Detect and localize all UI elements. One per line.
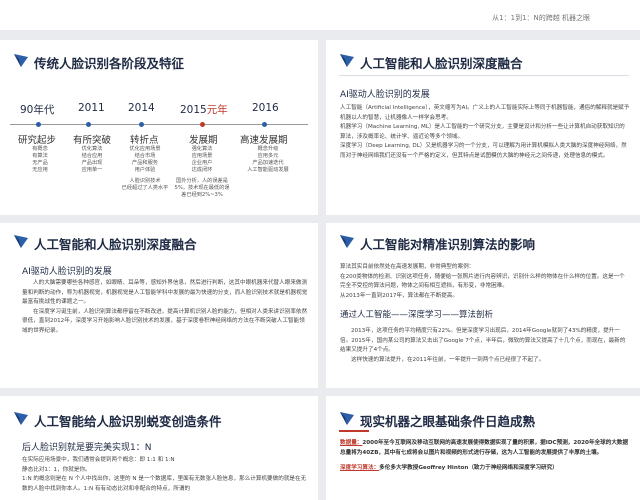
year-highlight: 元年 bbox=[206, 104, 228, 116]
timeline-description-line: 结合应用 bbox=[81, 153, 103, 159]
slide-body: 在实际应用场景中，我们通常会提到两个概念：即 1:1 和 1:N 静态比对1：1… bbox=[22, 456, 308, 494]
slide-title: 人工智能对精准识别算法的影响 bbox=[360, 237, 536, 252]
plane-logo-icon bbox=[14, 54, 28, 67]
timeline-description-line: 概念升级 bbox=[257, 146, 279, 152]
data-volume-label: 数据量： bbox=[340, 440, 363, 446]
timeline-description-line: 差已经到2%~3% bbox=[181, 192, 223, 198]
slide-machine-eye[interactable]: 现实机器之眼基础条件日趋成熟 数据量：2000年至今互联网及移动互联网的高速发展… bbox=[326, 396, 640, 500]
paragraph: 人的大脑需要哪些各种感官，如眼睛、耳朵等，感知外界信息，然后进行判断，这其中眼机… bbox=[22, 280, 308, 306]
title-accent-line bbox=[339, 430, 369, 432]
timeline-stage: 高速发展期 bbox=[240, 135, 288, 146]
slide-body: 人的大脑需要哪些各种感官，如眼睛、耳朵等，感知外界信息，然后进行判断，这其中眼机… bbox=[22, 279, 308, 337]
title-divider bbox=[339, 75, 629, 76]
paragraph: 机器学习（Machine Learning, ML）是人工智能的一个研究分支，主… bbox=[340, 124, 625, 140]
timeline-dot bbox=[86, 122, 91, 127]
paragraph: 在200类物体的检测、识别这项任务，随便给一张照片进行内容辨识，识别什么样的物体… bbox=[340, 273, 625, 290]
slide-title: 人工智能和人脸识别深度融合 bbox=[360, 56, 523, 71]
timeline-description: 有概念 有算法 无产品 无应用 bbox=[26, 146, 54, 174]
timeline-description: 优化算法 结合应用 产品出现 应用单一 bbox=[78, 146, 106, 174]
timeline-year: 2014 bbox=[128, 102, 155, 114]
timeline-description: 概念升级 应用多元 产品加速迭代 人工智能驱动发展 bbox=[240, 146, 296, 174]
deep-learning-text: 多伦多大学教授Geoffrey Hinton（致力于神经网络和深度学习研究） bbox=[379, 465, 558, 472]
timeline-year: 2016 bbox=[252, 102, 279, 114]
timeline-description-line: 人脸识别技术 bbox=[129, 178, 161, 184]
top-note: 从1：1到1：N的跨越 机器之眼 bbox=[492, 14, 590, 22]
timeline-description-line: 达成闭环 bbox=[191, 167, 213, 173]
timeline-stage: 转折点 bbox=[130, 135, 159, 146]
timeline-description-line: 产品出现 bbox=[81, 160, 103, 166]
data-volume-text: 2000年至今互联网及移动互联网的高速发展使得数据实现了量的积累，据IDC预测，… bbox=[340, 440, 629, 456]
paragraph: 从2013年一直到2017年，算法都在不断提高。 bbox=[340, 292, 458, 299]
paragraph: 深度学习（Deep Learning, DL）又是机器学习的一个分支，可以理解为… bbox=[340, 143, 627, 159]
timeline-year: 90年代 bbox=[20, 104, 55, 116]
plane-logo-icon bbox=[340, 412, 354, 425]
timeline-description-line: 产品和服务 bbox=[132, 160, 158, 166]
timeline-year: 2011 bbox=[78, 102, 105, 114]
timeline-description-line: 人工智能驱动发展 bbox=[247, 167, 289, 173]
timeline-description: 优化应用场景 结合市场 产品和服务 用户体验人脸识别技术 已经超过了人类水平 bbox=[117, 146, 173, 192]
timeline-description-line: 优化应用场景 bbox=[129, 146, 161, 152]
slide-body: 算法其实目前依然处在高速发展期，非常典型的案例： 在200类物体的检测、识别这项… bbox=[340, 263, 630, 301]
paragraph: 在实际应用场景中，我们通常会提到两个概念：即 1:1 和 1:N bbox=[22, 457, 175, 463]
timeline-description: 强化算法 应用场景 企业用户 达成闭环国外分析，人的误差是 5%，技术现在最低的误 差已经… bbox=[172, 146, 232, 199]
slide-title: 传统人脸识别各阶段及特征 bbox=[34, 56, 185, 71]
timeline-description-line: 企业用户 bbox=[191, 160, 213, 166]
timeline-dot bbox=[36, 122, 41, 127]
timeline-description-line: 有概念 bbox=[32, 146, 48, 152]
slide-body: 数据量：2000年至今互联网及移动互联网的高速发展使得数据实现了量的积累，据ID… bbox=[340, 439, 630, 474]
plane-logo-icon bbox=[340, 235, 354, 248]
timeline-description-line: 应用单一 bbox=[81, 167, 103, 173]
paragraph: 静态比对1：1，你就是你。 bbox=[22, 466, 91, 473]
slide-title: 人工智能给人脸识别蜕变创造条件 bbox=[34, 414, 222, 429]
slide-title: 现实机器之眼基础条件日趋成熟 bbox=[360, 414, 536, 429]
timeline-stage: 发展期 bbox=[189, 135, 218, 146]
timeline-description-line: 已经超过了人类水平 bbox=[121, 185, 169, 191]
timeline-year: 2015元年 bbox=[180, 102, 228, 117]
timeline-description-line: 结合市场 bbox=[134, 153, 156, 159]
slide-transformation[interactable]: 人工智能给人脸识别蜕变创造条件 后人脸识别就是要完美实现1：N 在实际应用场景中… bbox=[0, 396, 318, 500]
timeline-description-line: 用户体验 bbox=[134, 167, 156, 173]
paragraph: 2013年，这项任务的平均精度只有22%。但是深度学习出现后，2014年Goog… bbox=[340, 328, 626, 354]
timeline-description-line: 无应用 bbox=[32, 167, 48, 173]
timeline-stage: 有所突破 bbox=[73, 135, 112, 146]
timeline-description-line: 优化算法 bbox=[81, 146, 103, 152]
paragraph: 人工智能（Artificial Intelligence），英文缩写为AI。广义… bbox=[340, 105, 630, 121]
paragraph: 1:N 的概念则是在 N 个人中找出你，这里的 N 是一个数据库，里面有无数张人… bbox=[22, 476, 307, 492]
paragraph: 在深度学习诞生前，人脸识别算法都停留在不断改进，提高计算机识别人脸的能力，但相对… bbox=[22, 308, 308, 334]
slide-subtitle: AI驱动人脸识别的发展 bbox=[340, 90, 430, 100]
timeline-description-line: 有算法 bbox=[32, 153, 48, 159]
year-text: 2015 bbox=[180, 104, 207, 116]
timeline-stage: 研究起步 bbox=[18, 135, 57, 146]
timeline-description-line: 5%，技术现在最低的误 bbox=[174, 185, 230, 191]
slide-subtitle: AI驱动人脸识别的发展 bbox=[22, 267, 112, 277]
timeline-dot bbox=[200, 122, 205, 127]
paragraph: 深度学习算法：多伦多大学教授Geoffrey Hinton（致力于神经网络和深度… bbox=[340, 464, 630, 474]
slide-subtitle: 后人脸识别就是要完美实现1：N bbox=[22, 443, 152, 453]
plane-logo-icon bbox=[340, 54, 354, 67]
slide-title: 人工智能和人脸识别深度融合 bbox=[34, 237, 197, 252]
timeline-dot bbox=[262, 122, 267, 127]
timeline-description-line: 强化算法 bbox=[191, 146, 213, 152]
slide-body-2: 2013年，这项任务的平均精度只有22%。但是深度学习出现后，2014年Goog… bbox=[340, 327, 630, 365]
timeline-description-line: 应用场景 bbox=[191, 153, 213, 159]
slide-subtitle: 通过人工智能——深度学习——算法剖析 bbox=[340, 310, 494, 320]
paragraph: 数据量：2000年至今互联网及移动互联网的高速发展使得数据实现了量的积累，据ID… bbox=[340, 439, 630, 458]
timeline-description-line: 产品加速迭代 bbox=[252, 160, 284, 166]
slide-algorithm-impact[interactable]: 人工智能对精准识别算法的影响 算法其实目前依然处在高速发展期，非常典型的案例： … bbox=[326, 223, 640, 388]
plane-logo-icon bbox=[14, 235, 28, 248]
slide-body: 人工智能（Artificial Intelligence），英文缩写为AI。广义… bbox=[340, 104, 630, 162]
timeline-description-line: 应用多元 bbox=[257, 153, 279, 159]
paragraph: 这样快速的算法提升，在2011年往前，一年提升一到两个点已经很了不起了。 bbox=[351, 356, 545, 363]
paragraph: 算法其实目前依然处在高速发展期，非常典型的案例： bbox=[340, 264, 475, 270]
timeline-description-line: 无产品 bbox=[32, 160, 48, 166]
previous-slide-strip: 从1：1到1：N的跨越 机器之眼 bbox=[0, 0, 640, 30]
timeline-description-line: 国外分析，人的误差是 bbox=[176, 178, 228, 184]
slide-timeline[interactable]: 传统人脸识别各阶段及特征 90年代 2011 2014 2015元年 2016 … bbox=[0, 40, 318, 215]
deep-learning-label: 深度学习算法： bbox=[340, 465, 380, 472]
slide-ai-fusion[interactable]: 人工智能和人脸识别深度融合 AI驱动人脸识别的发展 人工智能（Artificia… bbox=[326, 40, 640, 215]
timeline-dot bbox=[139, 122, 144, 127]
slide-ai-fusion-2[interactable]: 人工智能和人脸识别深度融合 AI驱动人脸识别的发展 人的大脑需要哪些各种感官，如… bbox=[0, 223, 318, 388]
plane-logo-icon bbox=[14, 412, 28, 425]
